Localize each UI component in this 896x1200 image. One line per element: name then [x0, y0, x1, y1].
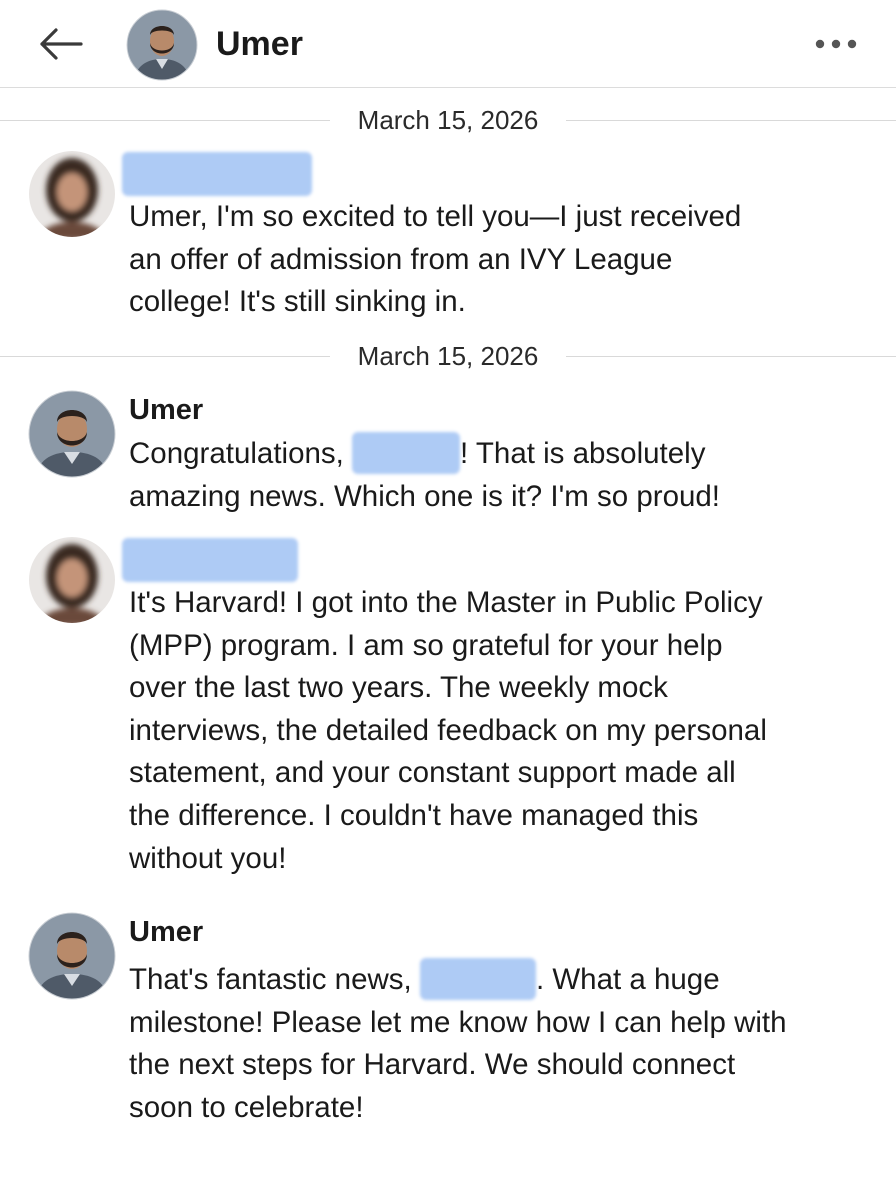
more-options-icon: [815, 39, 857, 49]
back-button[interactable]: [32, 18, 88, 70]
message-line: . What a huge: [535, 963, 720, 996]
back-arrow-icon: [40, 28, 83, 60]
message-text: That's fantastic news, . What a huge mil…: [129, 958, 869, 1129]
redacted-name: [352, 432, 461, 474]
message-line: soon to celebrate!: [129, 1090, 364, 1124]
sender-avatar[interactable]: [28, 150, 116, 238]
date-label: March 15, 2026: [357, 341, 539, 371]
message-line: (MPP) program. I am so grateful for your…: [129, 628, 723, 662]
message-line: That's fantastic news,: [129, 963, 420, 996]
conversation-header: Umer: [0, 0, 896, 88]
header-title[interactable]: Umer: [216, 22, 303, 66]
message-line: Congratulations,: [129, 437, 353, 470]
message-text: Congratulations, ! That is absolutely am…: [129, 432, 869, 518]
message-line: statement, and your constant support mad…: [129, 756, 736, 790]
more-options-button[interactable]: [806, 26, 866, 62]
umer-avatar[interactable]: [28, 390, 116, 478]
message-line: college! It's still sinking in.: [129, 285, 466, 319]
message-line: the next steps for Harvard. We should co…: [129, 1048, 736, 1082]
message-line: an offer of admission from an IVY League: [129, 242, 673, 276]
sender-name: Umer: [129, 394, 204, 426]
date-separator: March 15, 2026: [0, 100, 896, 140]
divider: [566, 120, 896, 121]
umer-avatar[interactable]: [126, 9, 198, 81]
redacted-sender-name: [122, 152, 312, 196]
message-line: It's Harvard! I got into the Master in P…: [129, 586, 763, 619]
divider: [0, 356, 330, 357]
message-line: over the last two years. The weekly mock: [129, 671, 668, 705]
divider: [0, 120, 330, 121]
message-line: Umer, I'm so excited to tell you—I just …: [129, 200, 742, 233]
message-text: Umer, I'm so excited to tell you—I just …: [129, 196, 869, 324]
sender-avatar[interactable]: [28, 536, 116, 624]
sender-name: Umer: [129, 916, 204, 948]
message-text: It's Harvard! I got into the Master in P…: [129, 582, 869, 880]
message-line: milestone! Please let me know how I can …: [129, 1005, 787, 1039]
date-separator: March 15, 2026: [0, 336, 896, 376]
message-line: the difference. I couldn't have managed …: [129, 798, 699, 832]
divider: [566, 356, 896, 357]
redacted-name: [419, 958, 536, 1000]
message-line: ! That is absolutely: [460, 437, 706, 470]
message-line: interviews, the detailed feedback on my …: [129, 713, 767, 747]
umer-avatar[interactable]: [28, 912, 116, 1000]
message-line: without you!: [129, 841, 287, 875]
message-line: amazing news. Which one is it? I'm so pr…: [129, 479, 720, 513]
redacted-sender-name: [122, 538, 298, 582]
date-label: March 15, 2026: [357, 105, 539, 135]
